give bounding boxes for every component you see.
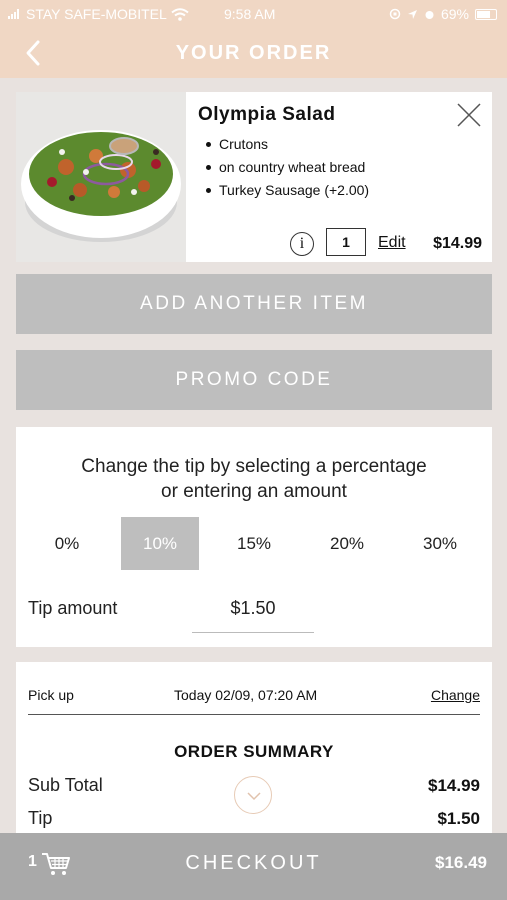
tip-option-30[interactable]: 30% (401, 517, 479, 570)
checkout-total: $16.49 (435, 853, 487, 872)
rotation-lock-icon (389, 8, 401, 20)
subtotal-value: $14.99 (428, 776, 480, 795)
item-modifiers: Crutons on country wheat bread Turkey Sa… (206, 136, 369, 205)
item-image (16, 92, 186, 262)
alarm-icon (425, 10, 434, 19)
pickup-time: Today 02/09, 07:20 AM (174, 687, 318, 703)
status-left: STAY SAFE-MOBITEL (8, 6, 189, 22)
nav-bar: YOUR ORDER (0, 28, 507, 78)
chevron-down-icon (247, 792, 261, 801)
tip-card: Change the tip by selecting a percentage… (16, 427, 492, 647)
close-icon[interactable] (456, 102, 482, 128)
battery-percent: 69% (440, 6, 469, 22)
tip-option-15[interactable]: 15% (215, 517, 293, 570)
salad-bowl-image (16, 92, 186, 262)
subtotal-label: Sub Total (28, 775, 103, 795)
info-icon[interactable]: i (290, 232, 314, 256)
signal-icon (8, 9, 19, 19)
promo-code-button[interactable]: PROMO CODE (16, 350, 492, 410)
battery-icon (475, 8, 497, 20)
tip-heading-line: or entering an amount (161, 481, 347, 502)
tip-heading-line: Change the tip by selecting a percentage (81, 456, 427, 477)
tip-amount-input[interactable]: $1.50 (192, 593, 314, 633)
checkout-label: CHECKOUT (185, 852, 322, 874)
order-summary-title: ORDER SUMMARY (174, 742, 334, 761)
status-bar: STAY SAFE-MOBITEL 9:58 AM 69% (0, 0, 507, 28)
change-pickup-link[interactable]: Change (431, 687, 480, 703)
modifier-item: Crutons (206, 136, 369, 159)
edit-item-link[interactable]: Edit (378, 234, 406, 252)
modifier-item: Turkey Sausage (+2.00) (206, 182, 369, 205)
expand-summary-button[interactable] (234, 776, 272, 814)
wifi-icon (171, 7, 189, 21)
quantity-field[interactable]: 1 (326, 228, 366, 256)
tip-row-label: Tip (28, 808, 53, 828)
divider (28, 714, 480, 715)
order-item-card: Olympia Salad Crutons on country wheat b… (16, 92, 492, 262)
tip-row-value: $1.50 (437, 809, 480, 828)
order-summary-card: Pick up Today 02/09, 07:20 AM Change ORD… (16, 662, 492, 842)
checkout-button[interactable]: 1 CHECKOUT $16.49 (0, 833, 507, 900)
status-time: 9:58 AM (224, 6, 276, 22)
carrier-name: STAY SAFE-MOBITEL (26, 6, 167, 22)
tip-heading: Change the tip by selecting a percentage… (16, 454, 492, 504)
location-icon (407, 9, 417, 19)
pickup-label: Pick up (28, 687, 74, 703)
status-right: 69% (389, 6, 497, 22)
add-another-item-button[interactable]: ADD ANOTHER ITEM (16, 274, 492, 334)
tip-option-20[interactable]: 20% (308, 517, 386, 570)
tip-option-0[interactable]: 0% (28, 517, 106, 570)
tip-amount-label: Tip amount (28, 598, 118, 618)
modifier-item: on country wheat bread (206, 159, 369, 182)
item-price: $14.99 (433, 235, 482, 252)
item-name: Olympia Salad (198, 104, 336, 125)
page-title: YOUR ORDER (175, 42, 332, 64)
tip-option-10[interactable]: 10% (121, 517, 199, 570)
